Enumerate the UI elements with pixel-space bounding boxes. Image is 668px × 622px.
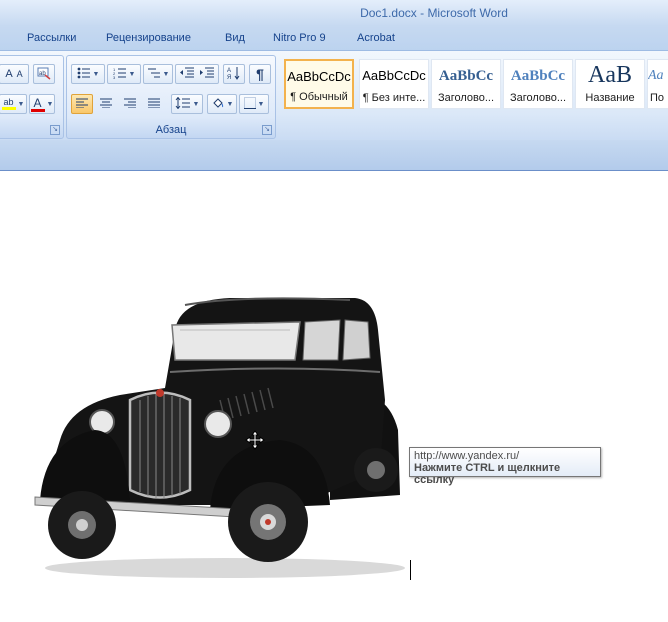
highlight-color-button[interactable]: ab ▼ (0, 94, 27, 114)
style-sample: AaBbCc (438, 68, 494, 84)
shrink-font-icon: A (16, 68, 23, 79)
ribbon-bottom-band (0, 140, 668, 171)
chevron-down-icon: ▼ (257, 100, 265, 108)
chevron-down-icon: ▼ (46, 100, 54, 108)
styles-gallery: AaBbCcDc ¶ Обычный AaBbCcDc ¶ Без инте..… (282, 55, 668, 109)
title-bar: Doc1.docx - Microsoft Word (0, 0, 668, 26)
justify-button[interactable] (143, 94, 165, 114)
font-group: A A ab ab ▼ A ▼ ↘ (0, 55, 64, 139)
chevron-down-icon: ▼ (17, 100, 25, 108)
tab-review[interactable]: Рецензирование (106, 32, 191, 44)
sort-button[interactable]: AЯ (223, 64, 245, 84)
style-heading-2[interactable]: AaBbCc Заголово... (503, 59, 573, 109)
grow-font-icon: A (5, 67, 13, 80)
show-formatting-marks-button[interactable]: ¶ (249, 64, 271, 84)
style-title[interactable]: AaB Название (575, 59, 645, 109)
style-name: По (650, 92, 665, 104)
style-sample: Aa (648, 68, 664, 83)
pilcrow-icon: ¶ (256, 66, 264, 82)
window-title: Doc1.docx - Microsoft Word (360, 6, 508, 20)
font-color-icon: A (30, 97, 45, 112)
align-center-icon (100, 98, 112, 111)
chevron-down-icon: ▼ (226, 100, 234, 108)
numbering-icon: 123 (113, 67, 127, 82)
bullets-icon (77, 67, 91, 82)
chevron-down-icon: ▼ (92, 70, 100, 78)
style-sample: AaBbCc (510, 68, 566, 84)
document-page[interactable]: http://www.yandex.ru/ Нажмите CTRL и щел… (0, 171, 668, 622)
multilevel-list-icon (147, 67, 161, 82)
paragraph-group: ▼ 123 ▼ ▼ AЯ ¶ ▼ ▼ ▼ Абзац ↘ (66, 55, 276, 139)
sort-icon: AЯ (227, 66, 241, 83)
borders-button[interactable]: ▼ (239, 94, 269, 114)
style-name: Заголово... (509, 92, 567, 104)
justify-icon (148, 98, 160, 111)
tab-view[interactable]: Вид (225, 32, 245, 44)
chevron-down-icon: ▼ (162, 70, 170, 78)
indent-buttons[interactable] (175, 64, 219, 84)
style-normal[interactable]: AaBbCcDc ¶ Обычный (284, 59, 354, 109)
vintage-car-image[interactable] (0, 171, 668, 622)
svg-text:Я: Я (227, 75, 231, 80)
clear-formatting-button[interactable]: ab (33, 64, 55, 84)
multilevel-list-button[interactable]: ▼ (143, 64, 173, 84)
highlight-icon: ab (1, 98, 16, 110)
paint-bucket-icon (211, 96, 225, 113)
font-color-button[interactable]: A ▼ (29, 94, 55, 114)
numbering-button[interactable]: 123 ▼ (107, 64, 141, 84)
tooltip-url: http://www.yandex.ru/ (414, 450, 520, 462)
align-center-button[interactable] (95, 94, 117, 114)
style-name: ¶ Обычный (290, 91, 348, 103)
decrease-indent-icon[interactable] (179, 67, 195, 82)
style-sample: AaBbCcDc (287, 69, 351, 84)
tab-mailings[interactable]: Рассылки (27, 32, 76, 44)
svg-text:A: A (227, 68, 231, 74)
align-left-icon (76, 98, 88, 111)
bullets-button[interactable]: ▼ (71, 64, 105, 84)
align-right-icon (124, 98, 136, 111)
hyperlink-tooltip: http://www.yandex.ru/ Нажмите CTRL и щел… (409, 447, 601, 486)
style-sample: AaB (588, 62, 632, 88)
shading-button[interactable]: ▼ (207, 94, 237, 114)
style-name: Название (585, 92, 635, 104)
chevron-down-icon: ▼ (192, 100, 200, 108)
tab-acrobat[interactable]: Acrobat (357, 32, 395, 44)
align-left-button[interactable] (71, 94, 93, 114)
style-subtitle[interactable]: Aa По (647, 59, 668, 109)
style-name: Заголово... (437, 92, 495, 104)
text-cursor (410, 560, 411, 580)
font-dialog-launcher-icon[interactable]: ↘ (50, 125, 60, 135)
tooltip-hint: Нажмите CTRL и щелкните ссылку (414, 462, 561, 486)
style-no-spacing[interactable]: AaBbCcDc ¶ Без инте... (359, 59, 429, 109)
style-sample: AaBbCcDc (362, 68, 426, 83)
line-spacing-button[interactable]: ▼ (171, 94, 203, 114)
style-name: ¶ Без инте... (362, 92, 426, 104)
style-heading-1[interactable]: AaBbCc Заголово... (431, 59, 501, 109)
chevron-down-icon: ▼ (128, 70, 136, 78)
paragraph-group-label: Абзац (155, 124, 187, 136)
ribbon: A A ab ab ▼ A ▼ ↘ ▼ 1 2 3 ▼ ▼ A Я ¶ ▼ ▼ … (0, 50, 668, 141)
grow-shrink-font-button[interactable]: A A (0, 64, 29, 84)
borders-icon (243, 96, 256, 112)
line-spacing-icon (175, 96, 191, 112)
svg-text:3: 3 (113, 75, 116, 79)
align-right-button[interactable] (119, 94, 141, 114)
tab-nitro-pro[interactable]: Nitro Pro 9 (273, 32, 326, 44)
increase-indent-icon[interactable] (199, 67, 215, 82)
paragraph-dialog-launcher-icon[interactable]: ↘ (262, 125, 272, 135)
clear-formatting-icon: ab (37, 66, 51, 83)
ribbon-tabs: Рассылки Рецензирование Вид Nitro Pro 9 … (0, 26, 668, 50)
